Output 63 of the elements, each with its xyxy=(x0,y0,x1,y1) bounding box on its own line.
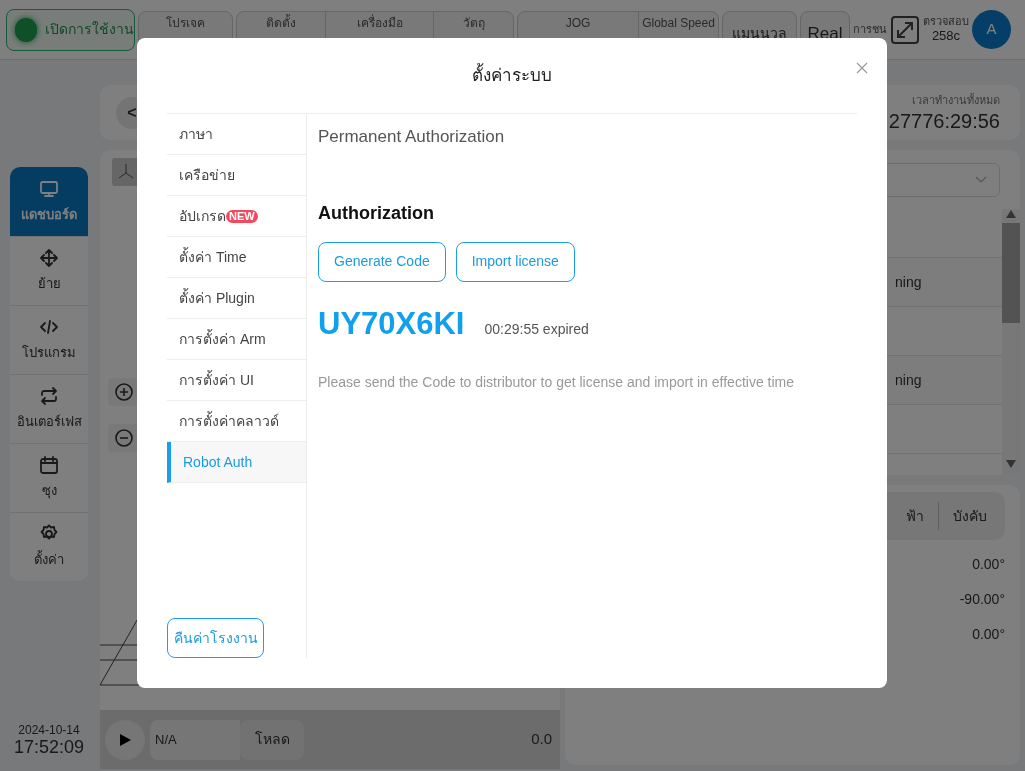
scroll-thumb[interactable] xyxy=(1002,223,1020,323)
program-field[interactable]: N/A xyxy=(150,719,240,760)
zoom-in-button[interactable] xyxy=(108,378,140,406)
authorization-code: UY70X6KI xyxy=(318,304,465,343)
scroll-up-icon xyxy=(1005,209,1017,219)
instruction-text: Please send the Code to distributor to get license and import in effective time xyxy=(318,373,794,392)
status-light-icon xyxy=(15,17,37,42)
task-text: ning xyxy=(895,370,922,390)
new-badge: NEW xyxy=(226,209,258,223)
factory-reset-button[interactable]: คืนค่าโรงงาน xyxy=(167,618,264,658)
settings-menu-item[interactable]: การตั้งค่า Arm xyxy=(167,319,306,360)
status-label: Global Speed xyxy=(642,15,715,30)
joint-tab[interactable]: ฟ้า xyxy=(906,505,924,527)
monitor-icon xyxy=(39,178,59,199)
collision-label: การชน xyxy=(853,23,887,36)
status-label: JOG xyxy=(565,15,591,30)
check-label: ตรวจสอบ xyxy=(923,15,969,28)
task-text: ning xyxy=(895,272,922,292)
play-button[interactable] xyxy=(105,719,145,760)
settings-menu-item[interactable]: ภาษา xyxy=(167,114,306,155)
expand-icon[interactable] xyxy=(890,14,920,45)
enable-button[interactable]: เปิดการใช้งาน xyxy=(6,8,135,51)
check-value: 258c xyxy=(931,28,961,44)
section-heading: Permanent Authorization xyxy=(318,126,505,148)
authorization-title: Authorization xyxy=(318,201,434,225)
action-button[interactable]: Import license xyxy=(455,241,575,282)
calendar-icon xyxy=(39,455,59,476)
close-icon[interactable] xyxy=(856,62,868,74)
runtime-label: เวลาทำงานทั้งหมด xyxy=(912,92,1000,109)
runtime-value: 27776:29:56 xyxy=(888,108,1000,133)
move-icon xyxy=(39,248,59,269)
avatar[interactable]: A xyxy=(972,10,1011,49)
repeat-icon xyxy=(39,386,59,407)
joint-value: 0.00° xyxy=(972,555,1005,574)
settings-menu-item[interactable]: Robot Auth xyxy=(167,442,306,483)
status-label: เครื่องมือ xyxy=(356,15,403,30)
dialog-title: ตั้งค่าระบบ xyxy=(472,62,552,87)
settings-menu-item[interactable]: ตั้งค่า Time xyxy=(167,237,306,278)
zoom-in-icon xyxy=(114,382,134,402)
countdown-text: 00:29:55 expired xyxy=(484,319,589,339)
joint-value: 0.00° xyxy=(972,625,1005,644)
sidebar-item[interactable]: แดชบอร์ด xyxy=(10,167,88,236)
date-text: 2024-10-14 xyxy=(18,723,80,737)
settings-menu-item[interactable]: การตั้งค่า UI xyxy=(167,360,306,401)
time-text: 17:52:09 xyxy=(13,737,85,757)
settings-menu-item[interactable]: เครือข่าย xyxy=(167,155,306,196)
value-text: 0.0 xyxy=(531,729,552,750)
status-label: โปรเจค xyxy=(166,15,205,30)
status-label: ติดตั้ง xyxy=(266,15,296,30)
scroll-down-icon xyxy=(1005,459,1017,469)
axis-button[interactable] xyxy=(112,158,140,186)
settings-menu-item[interactable]: อัปเกรด NEW xyxy=(167,196,306,237)
joint-tab[interactable]: บังคับ xyxy=(953,505,987,527)
load-button[interactable]: โหลด xyxy=(240,719,304,760)
zoom-out-button[interactable] xyxy=(108,424,140,452)
action-button[interactable]: Generate Code xyxy=(318,241,446,282)
joint-value: -90.00° xyxy=(959,590,1005,609)
play-icon xyxy=(118,732,132,747)
status-label: วัตถุ xyxy=(462,15,485,30)
program-name: N/A xyxy=(155,730,177,749)
zoom-out-icon xyxy=(114,428,134,448)
settings-menu-item[interactable]: ตั้งค่า Plugin xyxy=(167,278,306,319)
chevron-down-icon xyxy=(975,176,987,184)
